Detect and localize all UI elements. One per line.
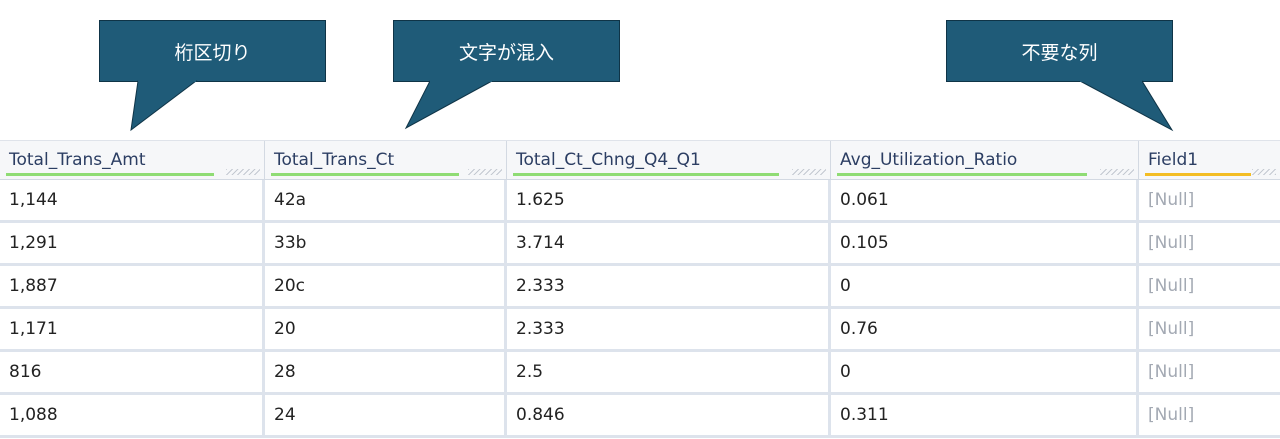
- column-resize-handle[interactable]: [1100, 169, 1134, 175]
- column-header-label: Total_Trans_Ct: [274, 150, 395, 170]
- table-cell[interactable]: 33b: [265, 223, 507, 263]
- column-type-indicator: [271, 173, 459, 176]
- column-type-indicator: [6, 173, 214, 176]
- column-type-indicator: [513, 173, 779, 176]
- table-cell[interactable]: 0.76: [831, 309, 1139, 349]
- table-cell[interactable]: 816: [0, 352, 265, 392]
- column-type-indicator: [837, 173, 1087, 176]
- callout-pointer-3: [1079, 80, 1174, 132]
- table-cell[interactable]: 1,144: [0, 180, 265, 220]
- table-cell[interactable]: 24: [265, 395, 507, 435]
- table-cell[interactable]: 0.311: [831, 395, 1139, 435]
- table-cell[interactable]: 42a: [265, 180, 507, 220]
- table-cell-null[interactable]: [Null]: [1139, 309, 1280, 349]
- header-row: Total_Trans_Amt Total_Trans_Ct Total_Ct_…: [0, 141, 1280, 180]
- callout-pointer-1: [130, 80, 198, 132]
- table-cell[interactable]: 0: [831, 352, 1139, 392]
- table-cell[interactable]: 20: [265, 309, 507, 349]
- column-header[interactable]: Avg_Utilization_Ratio: [831, 141, 1139, 179]
- table-cell[interactable]: 0.105: [831, 223, 1139, 263]
- column-header[interactable]: Field1: [1139, 141, 1280, 179]
- column-resize-handle[interactable]: [1252, 169, 1276, 175]
- table-row: 1,144 42a 1.625 0.061 [Null]: [0, 180, 1280, 223]
- table-cell[interactable]: 0.846: [507, 395, 831, 435]
- table-cell-null[interactable]: [Null]: [1139, 223, 1280, 263]
- table-row: 1,887 20c 2.333 0 [Null]: [0, 266, 1280, 309]
- table-row: 1,088 24 0.846 0.311 [Null]: [0, 395, 1280, 438]
- table-cell-null[interactable]: [Null]: [1139, 352, 1280, 392]
- table-row: 1,171 20 2.333 0.76 [Null]: [0, 309, 1280, 352]
- table-cell[interactable]: 0: [831, 266, 1139, 306]
- table-cell[interactable]: 1,887: [0, 266, 265, 306]
- table-cell-null[interactable]: [Null]: [1139, 395, 1280, 435]
- table-cell[interactable]: 2.333: [507, 266, 831, 306]
- table-cell[interactable]: 1,171: [0, 309, 265, 349]
- table-cell-null[interactable]: [Null]: [1139, 266, 1280, 306]
- column-resize-handle[interactable]: [468, 169, 502, 175]
- table-row: 1,291 33b 3.714 0.105 [Null]: [0, 223, 1280, 266]
- table-row: 816 28 2.5 0 [Null]: [0, 352, 1280, 395]
- table-cell[interactable]: 1,291: [0, 223, 265, 263]
- table-cell[interactable]: 0.061: [831, 180, 1139, 220]
- table-cell[interactable]: 1.625: [507, 180, 831, 220]
- column-header-label: Field1: [1148, 150, 1199, 170]
- column-type-indicator: [1145, 173, 1251, 176]
- table-cell[interactable]: 3.714: [507, 223, 831, 263]
- callout-pointers: [130, 80, 1174, 132]
- table-cell[interactable]: 1,088: [0, 395, 265, 435]
- column-resize-handle[interactable]: [226, 169, 260, 175]
- table-cell[interactable]: 20c: [265, 266, 507, 306]
- table-cell[interactable]: 2.5: [507, 352, 831, 392]
- table-cell-null[interactable]: [Null]: [1139, 180, 1280, 220]
- column-header[interactable]: Total_Ct_Chng_Q4_Q1: [507, 141, 831, 179]
- column-header-label: Total_Ct_Chng_Q4_Q1: [516, 150, 701, 170]
- column-header[interactable]: Total_Trans_Amt: [0, 141, 265, 179]
- data-grid: Total_Trans_Amt Total_Trans_Ct Total_Ct_…: [0, 140, 1280, 438]
- table-cell[interactable]: 28: [265, 352, 507, 392]
- column-header-label: Total_Trans_Amt: [9, 150, 146, 170]
- table-cell[interactable]: 2.333: [507, 309, 831, 349]
- callout-pointer-2: [404, 80, 493, 130]
- column-header[interactable]: Total_Trans_Ct: [265, 141, 507, 179]
- column-header-label: Avg_Utilization_Ratio: [840, 150, 1018, 170]
- column-resize-handle[interactable]: [792, 169, 826, 175]
